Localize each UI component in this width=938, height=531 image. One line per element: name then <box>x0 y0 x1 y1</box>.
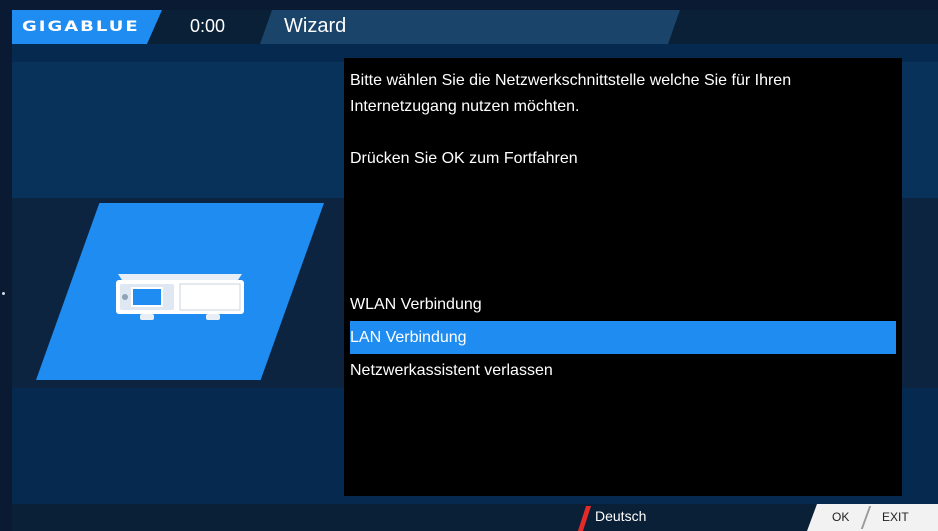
option-label: Netzwerkassistent verlassen <box>350 362 553 379</box>
wizard-dialog: Bitte wählen Sie die Netzwerkschnittstel… <box>344 58 902 496</box>
receiver-device-icon <box>116 274 244 320</box>
message-line-1: Bitte wählen Sie die Netzwerkschnittstel… <box>350 72 792 89</box>
clock: 0:00 <box>190 16 226 36</box>
dialog-message: Bitte wählen Sie die Netzwerkschnittstel… <box>350 68 890 172</box>
network-options-list: WLAN Verbindung LAN Verbindung Netzwerka… <box>350 288 896 387</box>
language-marker <box>577 506 592 531</box>
ok-key-hint[interactable]: OK <box>832 510 849 524</box>
option-lan[interactable]: LAN Verbindung <box>350 321 896 354</box>
message-line-2: Internetzugang nutzen möchten. <box>350 98 580 115</box>
option-wlan[interactable]: WLAN Verbindung <box>350 288 896 321</box>
option-exit-wizard[interactable]: Netzwerkassistent verlassen <box>350 354 896 387</box>
exit-key-hint[interactable]: EXIT <box>882 510 909 524</box>
top-bar: GIGABLUE 0:00 Wizard <box>12 10 938 44</box>
message-line-3: Drücken Sie OK zum Fortfahren <box>350 150 578 167</box>
bottom-bar: Deutsch OK EXIT <box>12 504 938 531</box>
key-hint-box <box>807 504 938 531</box>
tv-screen: GIGABLUE 0:00 Wizard Bitte wählen Sie di… <box>12 10 938 531</box>
option-label: WLAN Verbindung <box>350 296 482 313</box>
gigablue-logo: GIGABLUE <box>22 18 140 35</box>
stray-dot <box>2 292 5 295</box>
page-title: Wizard <box>284 15 347 37</box>
option-label: LAN Verbindung <box>350 329 467 346</box>
language-label[interactable]: Deutsch <box>595 508 646 524</box>
